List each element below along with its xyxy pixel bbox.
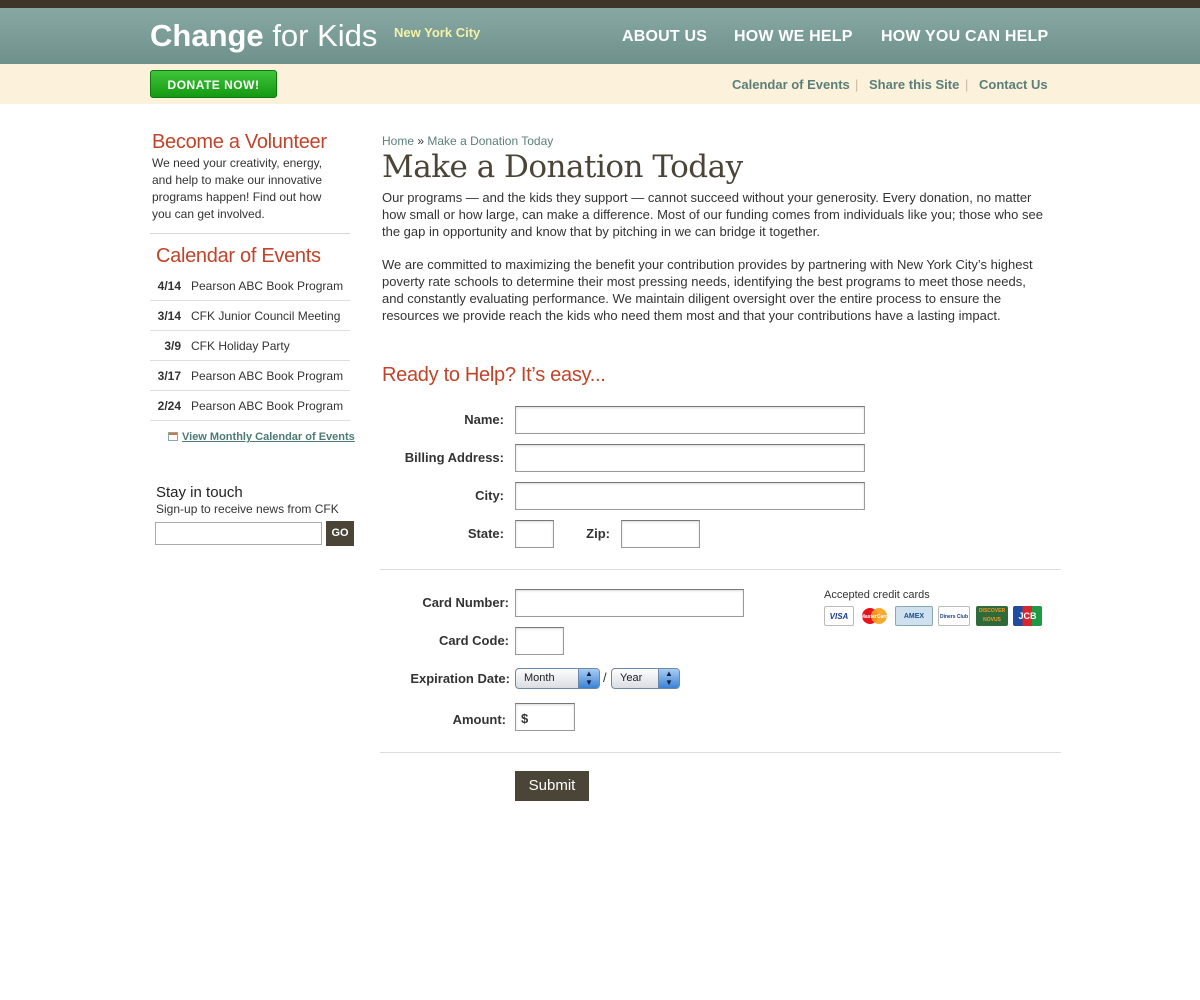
intro-paragraph: Our programs — and the kids they support… [382, 190, 1043, 239]
util-separator: | [855, 77, 859, 92]
event-row[interactable]: 3/14 CFK Junior Council Meeting [150, 301, 350, 331]
link-contact-us[interactable]: Contact Us [979, 77, 1048, 92]
breadcrumb-home[interactable]: Home [382, 134, 414, 148]
form-title: Ready to Help? It’s easy... [382, 364, 606, 386]
state-input[interactable] [515, 520, 554, 548]
nav-about-us[interactable]: ABOUT US [622, 28, 707, 46]
event-date: 3/9 [164, 339, 181, 353]
sidebar-divider [150, 233, 350, 234]
breadcrumb-current: Make a Donation Today [427, 134, 554, 148]
nav-how-we-help[interactable]: HOW WE HELP [734, 28, 853, 46]
logo-city-text: New York City [394, 25, 481, 40]
sub-bar: DONATE NOW! Calendar of Events | Share t… [0, 64, 1200, 104]
logo-bold-text: Change [150, 18, 264, 53]
discover-novus-card-icon: DISCOVER NOVUS [976, 606, 1008, 626]
date-separator: / [603, 670, 607, 685]
event-date: 4/14 [157, 279, 181, 293]
stay-in-touch-text: Sign-up to receive news from CFK [156, 502, 339, 516]
event-row[interactable]: 4/14 Pearson ABC Book Program [150, 271, 350, 301]
mastercard-icon: MasterCard [859, 606, 890, 626]
breadcrumb-separator: » [417, 134, 425, 148]
zip-input[interactable] [621, 520, 700, 548]
expiration-month-select[interactable]: Month ▲ ▼ [515, 668, 600, 689]
top-stripe [0, 0, 1200, 8]
event-name: Pearson ABC Book Program [191, 399, 344, 413]
visa-card-icon: VISA [824, 606, 854, 626]
card-number-input[interactable] [515, 589, 744, 617]
name-input[interactable] [515, 406, 865, 434]
calendar-icon [168, 432, 178, 441]
city-input[interactable] [515, 482, 865, 510]
state-label: State: [467, 526, 504, 541]
calendar-title: Calendar of Events [156, 245, 321, 267]
volunteer-text: We need your creativity, energy, and hel… [152, 156, 323, 221]
stay-in-touch-title: Stay in touch [156, 484, 243, 501]
mastercard-text: MasterCard [861, 614, 889, 620]
event-name: Pearson ABC Book Program [191, 369, 344, 383]
month-value: Month [524, 672, 555, 684]
mastercard-circles-icon: MasterCard [861, 608, 889, 624]
event-row[interactable]: 2/24 Pearson ABC Book Program [150, 391, 350, 421]
zip-label: Zip: [586, 526, 610, 541]
amex-card-icon: AMEX [895, 606, 933, 626]
event-date: 3/17 [157, 369, 181, 383]
event-row[interactable]: 3/17 Pearson ABC Book Program [150, 361, 350, 391]
site-logo[interactable]: Change for Kids New York City [150, 18, 480, 54]
nav-how-you-can-help[interactable]: HOW YOU CAN HELP [881, 28, 1048, 46]
billing-address-input[interactable] [515, 444, 865, 472]
card-code-label: Card Code: [438, 633, 509, 648]
event-row[interactable]: 3/9 CFK Holiday Party [150, 331, 350, 361]
link-share-this-site[interactable]: Share this Site [869, 77, 959, 92]
commitment-paragraph: We are committed to maximizing the benef… [382, 257, 1033, 323]
logo-light-text: for Kids [272, 18, 378, 53]
select-arrows-icon: ▲ ▼ [578, 669, 599, 688]
name-label: Name: [464, 412, 504, 427]
link-calendar-of-events[interactable]: Calendar of Events [732, 77, 850, 92]
amount-label: Amount: [452, 712, 506, 727]
diners-club-card-icon: Diners Club [938, 606, 970, 626]
amount-currency-prefix: $ [521, 711, 529, 726]
submit-button[interactable]: Submit [515, 771, 589, 801]
city-label: City: [475, 488, 504, 503]
event-date: 3/14 [157, 309, 181, 323]
site-header: Change for Kids New York City ABOUT US H… [0, 8, 1200, 64]
event-date: 2/24 [157, 399, 181, 413]
expiration-date-label: Expiration Date: [410, 671, 510, 686]
form-divider [380, 752, 1061, 753]
event-name: CFK Junior Council Meeting [191, 309, 341, 323]
breadcrumb: Home » Make a Donation Today [382, 134, 553, 148]
newsletter-email-input[interactable] [155, 522, 322, 545]
event-name: CFK Holiday Party [191, 339, 290, 353]
newsletter-go-button[interactable]: GO [326, 521, 354, 546]
jcb-card-icon: JCB [1013, 606, 1042, 626]
view-monthly-calendar-link[interactable]: View Monthly Calendar of Events [182, 431, 355, 443]
year-value: Year [620, 672, 643, 684]
donate-now-button[interactable]: DONATE NOW! [150, 70, 277, 98]
volunteer-title[interactable]: Become a Volunteer [152, 131, 327, 154]
util-separator: | [965, 77, 969, 92]
page-title: Make a Donation Today [382, 149, 743, 185]
billing-address-label: Billing Address: [404, 450, 504, 465]
form-divider [380, 569, 1061, 570]
card-code-input[interactable] [515, 627, 564, 655]
accepted-cards-label: Accepted credit cards [824, 589, 930, 601]
card-number-label: Card Number: [422, 595, 509, 610]
expiration-year-select[interactable]: Year ▲ ▼ [611, 668, 680, 689]
select-arrows-icon: ▲ ▼ [658, 669, 679, 688]
event-name: Pearson ABC Book Program [191, 279, 344, 293]
